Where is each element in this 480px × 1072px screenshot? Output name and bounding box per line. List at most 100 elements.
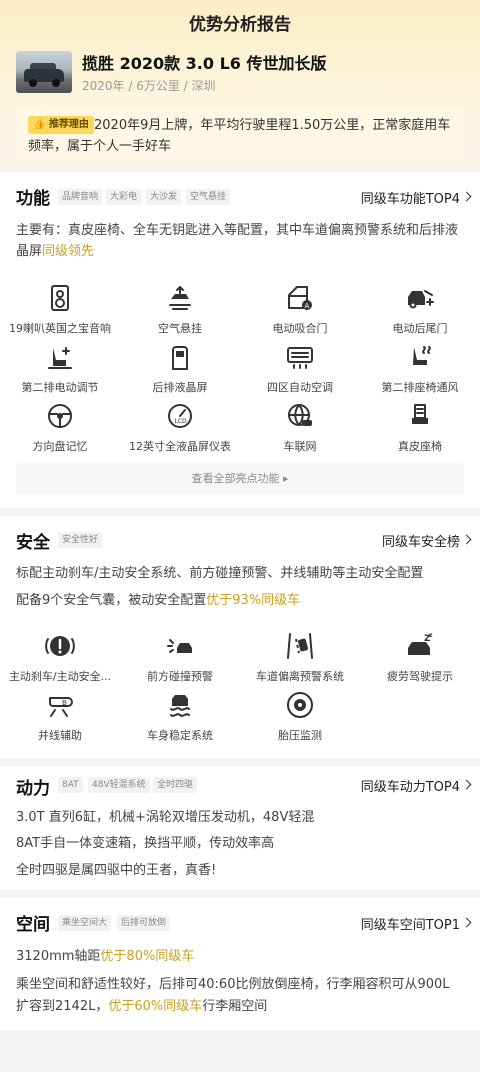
power-tag: 全时四驱	[153, 777, 198, 793]
function-feature-label: 车联网	[283, 440, 317, 453]
function-feature-label: 电动吸合门	[272, 322, 328, 335]
safety-feature-label: 并线辅助	[38, 729, 82, 742]
safety-tag: 安全性好	[58, 532, 103, 548]
steering-wheel-icon	[45, 401, 75, 431]
function-feature-label: 四区自动空调	[267, 381, 333, 394]
seat-adjust-icon	[45, 342, 75, 372]
view-all-features-button[interactable]: 查看全部亮点功能 ▸	[16, 463, 464, 495]
power-tailgate-icon	[405, 283, 435, 313]
safety-feature-label: 主动刹车/主动安全...	[8, 670, 112, 683]
function-feature-label: 方向盘记忆	[32, 440, 88, 453]
function-feature[interactable]: A 电动吸合门	[240, 283, 360, 336]
function-feature[interactable]: 19喇叭英国之宝音响	[0, 283, 120, 336]
power-title: 动力	[16, 779, 50, 799]
function-desc: 主要有：真皮座椅、全车无钥匙进入等配置，其中车道偏离预警系统和后排液晶屏同级领先	[16, 223, 459, 259]
car-meta: 2020年 / 6万公里 / 深圳	[82, 79, 216, 93]
safety-feature-label: 前方碰撞预警	[147, 670, 213, 683]
blind-spot-icon: B	[45, 690, 75, 720]
function-feature[interactable]: 电动后尾门	[360, 283, 480, 336]
safety-feature[interactable]: 主动刹车/主动安全...	[0, 631, 120, 684]
safety-feature[interactable]: B 并线辅助	[0, 690, 120, 743]
safety-feature[interactable]: 车道偏离预警系统	[240, 631, 360, 684]
function-feature[interactable]: 后排液晶屏	[120, 342, 240, 395]
function-tag: 大彩电	[106, 189, 142, 205]
tire-pressure-icon	[285, 690, 315, 720]
power-tag: 8AT	[58, 777, 83, 793]
function-feature-label: 电动后尾门	[392, 322, 448, 335]
car-name: 揽胜 2020款 3.0 L6 传世加长版	[82, 54, 327, 73]
function-feature-label: 真皮座椅	[398, 440, 442, 453]
function-feature[interactable]: 方向盘记忆	[0, 401, 120, 454]
function-feature-label: 第二排座椅通风	[381, 381, 459, 394]
stability-icon	[165, 690, 195, 720]
function-feature[interactable]: LCD 12英寸全液晶屏仪表	[120, 401, 240, 454]
rear-screen-icon	[165, 342, 195, 372]
function-feature[interactable]: 车联网	[240, 401, 360, 454]
power-line: 全时四驱是属四驱中的王者，真香!	[16, 863, 217, 878]
space-line2: 乘坐空间和舒适性较好，后排可40:60比例放倒座椅，行李厢容积可从900L	[16, 977, 450, 992]
power-line: 8AT手自一体变速箱，换挡平顺，传动效率高	[16, 836, 275, 851]
climate-icon	[285, 342, 315, 372]
svg-text:B: B	[62, 699, 67, 707]
function-tag: 空气悬挂	[186, 189, 231, 205]
fatigue-icon: Zz	[405, 631, 435, 661]
connected-car-icon	[285, 401, 315, 431]
function-rank-link[interactable]: 同级车功能TOP4	[361, 188, 460, 207]
function-feature[interactable]: 真皮座椅	[360, 401, 480, 454]
function-feature-label: 12英寸全液晶屏仪表	[129, 440, 231, 453]
lane-departure-icon	[285, 631, 315, 661]
power-tag: 48V轻混系统	[88, 777, 150, 793]
function-feature[interactable]: 第二排电动调节	[0, 342, 120, 395]
function-title: 功能	[16, 189, 50, 209]
collision-warning-icon	[165, 631, 195, 661]
function-feature[interactable]: 第二排座椅通风	[360, 342, 480, 395]
power-line: 3.0T 直列6缸，机械+涡轮双增压发动机，48V轻混	[16, 810, 315, 825]
safety-feature-label: 车身稳定系统	[147, 729, 213, 742]
svg-text:A: A	[305, 302, 310, 310]
power-card: 动力 8AT 48V轻混系统 全时四驱 同级车动力TOP4 3.0T 直列6缸，…	[0, 766, 480, 890]
space-line1: 3120mm轴距优于80%同级车	[16, 949, 195, 964]
function-tag: 品牌音响	[58, 189, 103, 205]
function-card: 功能 品牌音响 大彩电 大沙发 空气悬挂 同级车功能TOP4 主要有：真皮座椅、…	[0, 172, 480, 508]
page-title: 优势分析报告	[189, 15, 291, 35]
safety-feature-label: 胎压监测	[278, 729, 322, 742]
function-feature[interactable]: 四区自动空调	[240, 342, 360, 395]
power-rank-link[interactable]: 同级车动力TOP4	[361, 776, 460, 795]
function-feature-label: 后排液晶屏	[152, 381, 208, 394]
space-line3: 扩容到2142L，优于60%同级车行李厢空间	[16, 999, 268, 1014]
svg-text:LCD: LCD	[175, 418, 188, 425]
speaker-icon	[45, 283, 75, 313]
safety-feature[interactable]: 胎压监测	[240, 690, 360, 743]
space-rank-link[interactable]: 同级车空间TOP1	[361, 914, 460, 933]
seat-vent-icon	[405, 342, 435, 372]
space-title: 空间	[16, 915, 50, 935]
leather-seat-icon	[405, 401, 435, 431]
safety-line2: 配备9个安全气囊，被动安全配置优于93%同级车	[16, 593, 301, 608]
safety-feature[interactable]: 前方碰撞预警	[120, 631, 240, 684]
function-feature-label: 第二排电动调节	[21, 381, 99, 394]
car-thumbnail[interactable]	[16, 51, 72, 93]
space-tag: 后排可放倒	[117, 915, 171, 931]
safety-rank-link[interactable]: 同级车安全榜	[382, 531, 460, 550]
svg-text:z: z	[429, 632, 433, 639]
space-card: 空间 乘坐空间大 后排可放倒 同级车空间TOP1 3120mm轴距优于80%同级…	[0, 898, 480, 1030]
safety-line1: 标配主动刹车/主动安全系统、前方碰撞预警、并线辅助等主动安全配置	[16, 566, 424, 581]
brake-warning-icon	[45, 631, 75, 661]
recommend-box: 2020年9月上牌，年平均行驶里程1.50万公里，正常家庭用车频率，属于个人一手…	[16, 108, 464, 160]
safety-feature[interactable]: Zz 疲劳驾驶提示	[360, 631, 480, 684]
air-suspension-icon	[165, 283, 195, 313]
safety-feature-label: 车道偏离预警系统	[256, 670, 344, 683]
safety-feature[interactable]: 车身稳定系统	[120, 690, 240, 743]
triangle-right-icon: ▸	[282, 472, 289, 485]
function-feature-label: 空气悬挂	[158, 322, 202, 335]
function-feature-label: 19喇叭英国之宝音响	[9, 322, 111, 335]
function-tag: 大沙发	[146, 189, 182, 205]
safety-title: 安全	[16, 533, 50, 553]
function-feature[interactable]: 空气悬挂	[120, 283, 240, 336]
lcd-cluster-icon: LCD	[165, 401, 195, 431]
recommend-tag: 👍 推荐理由	[28, 116, 94, 134]
thumbs-up-icon: 👍	[33, 119, 46, 130]
space-tag: 乘坐空间大	[58, 915, 112, 931]
safety-feature-label: 疲劳驾驶提示	[387, 670, 453, 683]
soft-close-door-icon: A	[285, 283, 315, 313]
